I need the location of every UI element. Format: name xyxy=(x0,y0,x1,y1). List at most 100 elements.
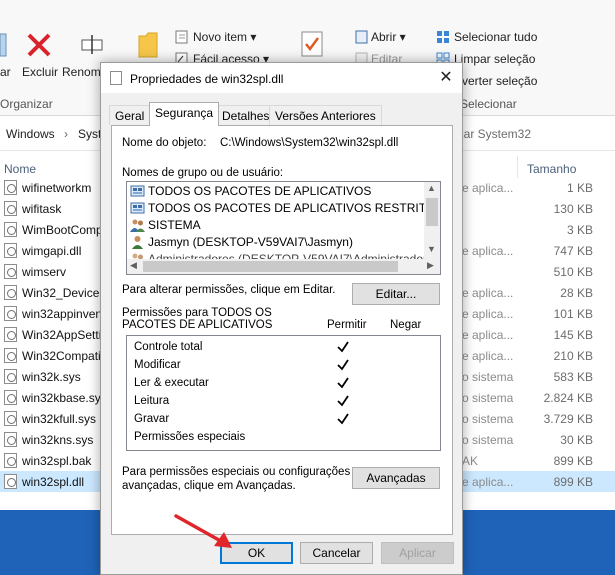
file-name[interactable]: win32spl.bak xyxy=(22,454,91,468)
file-name[interactable]: Win32Compati xyxy=(22,349,101,363)
file-name[interactable]: win32kfull.sys xyxy=(22,412,96,426)
search-input[interactable]: isar System32 xyxy=(455,127,531,141)
tab-geral[interactable]: Geral xyxy=(109,105,151,125)
properties-icon[interactable] xyxy=(300,30,324,58)
rename-icon[interactable] xyxy=(80,32,104,56)
file-size: 899 KB xyxy=(553,454,593,468)
group-list-item[interactable]: SISTEMA xyxy=(129,217,421,234)
file-type: e aplica... xyxy=(462,349,514,363)
hscroll-thumb[interactable] xyxy=(143,261,398,272)
file-icon xyxy=(4,390,17,405)
group-name: TODOS OS PACOTES DE APLICATIVOS RESTRITO… xyxy=(148,201,441,215)
group-list-item[interactable]: TODOS OS PACOTES DE APLICATIVOS RESTRITO… xyxy=(129,200,440,217)
file-icon xyxy=(4,474,17,489)
file-name[interactable]: win32kbase.sys xyxy=(22,391,107,405)
groups-listbox[interactable]: TODOS OS PACOTES DE APLICATIVOS TODOS OS … xyxy=(126,181,441,275)
file-name[interactable]: win32k.sys xyxy=(22,370,81,384)
package-group-icon xyxy=(130,185,145,197)
column-header-name[interactable]: Nome xyxy=(4,162,36,176)
file-type: o sistema xyxy=(462,433,514,447)
permission-row: Gravar xyxy=(134,411,434,429)
breadcrumb-system32[interactable]: Syst xyxy=(78,127,101,141)
file-name[interactable]: win32appinven xyxy=(22,307,102,321)
file-size: 899 KB xyxy=(553,475,593,489)
scroll-up-icon[interactable]: ▲ xyxy=(427,183,436,193)
new-folder-icon[interactable] xyxy=(138,30,158,58)
column-header-size[interactable]: Tamanho xyxy=(527,162,576,176)
select-all-button[interactable]: Selecionar tudo xyxy=(454,30,537,44)
file-size: 28 KB xyxy=(560,286,593,300)
scroll-right-icon[interactable]: ▶ xyxy=(427,260,434,271)
new-item-icon[interactable] xyxy=(175,30,189,44)
scroll-down-icon[interactable]: ▼ xyxy=(427,244,436,254)
advanced-hint-label-2: avançadas, clique em Avançadas. xyxy=(122,480,296,492)
listbox-horizontal-scrollbar[interactable]: ◀ ▶ xyxy=(127,259,440,274)
dialog-title: Propriedades de win32spl.dll xyxy=(130,72,284,86)
file-name[interactable]: Win32_DeviceG xyxy=(22,286,109,300)
checkmark-icon xyxy=(337,395,349,407)
group-list-item[interactable]: Jasmyn (DESKTOP-V59VAI7\Jasmyn) xyxy=(129,234,421,251)
tab-versoes-anteriores[interactable]: Versões Anteriores xyxy=(269,105,382,125)
object-name-label: Nome do objeto: xyxy=(122,137,207,149)
file-name[interactable]: win32kns.sys xyxy=(22,433,93,447)
permissions-list: Controle total Modificar Ler & executar Lei… xyxy=(126,335,441,451)
file-name[interactable]: WimBootComp xyxy=(22,223,103,237)
new-item-button[interactable]: Novo item ▾ xyxy=(193,30,256,44)
delete-button[interactable]: Excluir xyxy=(22,65,58,79)
permission-row: Ler & executar xyxy=(134,375,434,393)
edit-permissions-button[interactable]: Editar... xyxy=(352,283,440,305)
close-icon[interactable]: ✕ xyxy=(432,65,460,91)
breadcrumb-windows[interactable]: Windows xyxy=(6,127,55,141)
tab-detalhes[interactable]: Detalhes xyxy=(216,105,276,125)
permission-name: Gravar xyxy=(134,413,170,425)
file-name[interactable]: wifitask xyxy=(22,202,61,216)
open-button[interactable]: Abrir ▾ xyxy=(371,30,406,44)
delete-x-icon[interactable] xyxy=(26,32,52,58)
users-group-icon xyxy=(130,219,145,232)
invert-selection-button[interactable]: verter seleção xyxy=(462,74,537,88)
file-type: e aplica... xyxy=(462,244,514,258)
allow-column-label: Permitir xyxy=(327,319,367,331)
select-group-label: Selecionar xyxy=(460,97,517,111)
file-size: 3.729 KB xyxy=(543,412,593,426)
scroll-left-icon[interactable]: ◀ xyxy=(130,260,137,271)
tab-seguranca[interactable]: Segurança xyxy=(149,102,220,126)
advanced-button[interactable]: Avançadas xyxy=(352,467,440,489)
file-size: 30 KB xyxy=(560,433,593,447)
deny-column-label: Negar xyxy=(390,319,422,331)
permission-name: Modificar xyxy=(134,359,181,371)
file-type: o sistema xyxy=(462,391,514,405)
scroll-thumb[interactable] xyxy=(426,198,438,226)
checkmark-icon xyxy=(337,341,349,353)
listbox-vertical-scrollbar[interactable]: ▲ ▼ xyxy=(424,182,440,259)
file-icon xyxy=(4,432,17,447)
cancel-button[interactable]: Cancelar xyxy=(300,542,373,564)
file-name[interactable]: win32spl.dll xyxy=(22,475,84,489)
select-all-icon[interactable] xyxy=(436,30,450,44)
group-list-item[interactable]: TODOS OS PACOTES DE APLICATIVOS xyxy=(129,183,421,200)
file-icon xyxy=(4,222,17,237)
permission-row: Leitura xyxy=(134,393,434,411)
file-type: e aplica... xyxy=(462,181,514,195)
permissions-for-label-1: Permissões para TODOS OS xyxy=(122,307,272,319)
open-icon[interactable] xyxy=(355,30,369,44)
breadcrumb-separator-icon: › xyxy=(64,127,68,141)
clear-selection-button[interactable]: Limpar seleção xyxy=(454,52,535,66)
file-icon xyxy=(4,264,17,279)
file-name[interactable]: wimserv xyxy=(22,265,66,279)
pin-icon xyxy=(0,33,7,57)
file-name[interactable]: wimgapi.dll xyxy=(22,244,81,258)
file-icon xyxy=(4,201,17,216)
file-size: 583 KB xyxy=(553,370,593,384)
file-size: 1 KB xyxy=(566,181,593,195)
apply-button: Aplicar xyxy=(381,542,454,564)
permission-name: Permissões especiais xyxy=(134,431,246,443)
group-name: Jasmyn (DESKTOP-V59VAI7\Jasmyn) xyxy=(148,235,353,249)
permission-name: Controle total xyxy=(134,341,203,353)
file-icon xyxy=(4,306,17,321)
dialog-titlebar: Propriedades de win32spl.dll ✕ xyxy=(101,63,462,93)
file-size: 145 KB xyxy=(553,328,593,342)
file-name[interactable]: Win32AppSetti xyxy=(22,328,101,342)
file-size: 3 KB xyxy=(566,223,593,237)
file-name[interactable]: wifinetworkm xyxy=(22,181,91,195)
